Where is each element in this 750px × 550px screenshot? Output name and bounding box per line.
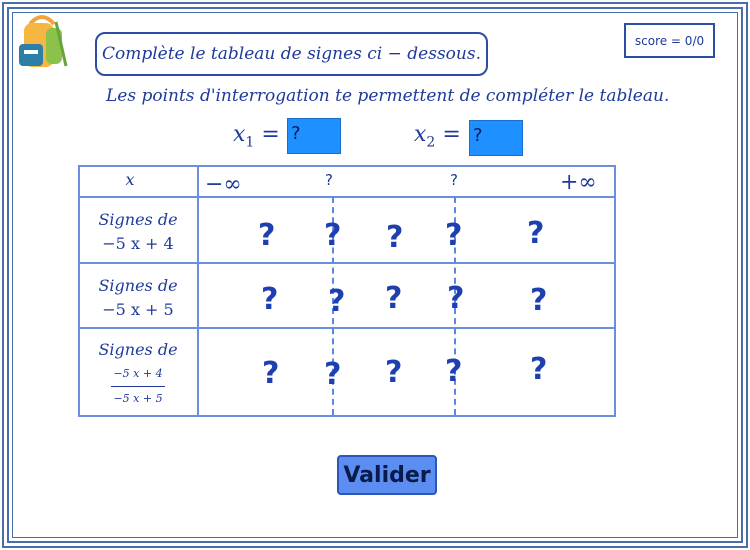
header-minus-infinity: −∞	[205, 172, 242, 197]
row3-sign-q1[interactable]: ?	[262, 356, 279, 391]
row1-label: Signes de −5 x + 4	[98, 210, 178, 253]
table-border-right	[614, 165, 616, 417]
x2-label: x2 =	[414, 122, 461, 151]
row2-label: Signes de −5 x + 5	[98, 276, 178, 319]
row1-sign-q3[interactable]: ?	[386, 220, 403, 255]
row3-sign-q5[interactable]: ?	[530, 352, 547, 387]
row1-sign-q4[interactable]: ?	[445, 218, 462, 253]
header-plus-infinity: +∞	[560, 170, 597, 195]
row3-sign-q2[interactable]: ?	[324, 357, 341, 392]
table-border-top	[78, 165, 616, 167]
header-x: x	[125, 170, 135, 189]
row3-fraction: −5 x + 4 −5 x + 5	[111, 363, 165, 410]
x2-input[interactable]: ?	[469, 120, 523, 156]
row2-sign-q5[interactable]: ?	[530, 283, 547, 318]
x1-input[interactable]: ?	[287, 118, 341, 154]
row1-sign-q2[interactable]: ?	[324, 218, 341, 253]
row1-sign-q1[interactable]: ?	[258, 218, 275, 253]
table-divider	[78, 196, 616, 198]
row2-sign-q2[interactable]: ?	[328, 284, 345, 319]
table-divider	[78, 327, 616, 329]
row2-sign-q4[interactable]: ?	[447, 281, 464, 316]
score-display: score = 0/0	[624, 23, 715, 58]
header-root1-question[interactable]: ?	[325, 171, 333, 189]
row3-sign-q3[interactable]: ?	[385, 355, 402, 390]
instruction-box: Complète le tableau de signes ci − desso…	[95, 32, 488, 76]
row3-sign-q4[interactable]: ?	[445, 354, 462, 389]
table-column-divider	[197, 165, 199, 417]
row2-sign-q1[interactable]: ?	[261, 282, 278, 317]
table-divider	[78, 262, 616, 264]
backpack-icon	[19, 15, 68, 67]
validate-button[interactable]: Valider	[337, 455, 437, 495]
table-border-bottom	[78, 415, 616, 417]
row1-sign-q5[interactable]: ?	[527, 216, 544, 251]
row2-sign-q3[interactable]: ?	[385, 281, 402, 316]
row3-label: Signes de −5 x + 4 −5 x + 5	[80, 339, 196, 410]
header-root2-question[interactable]: ?	[450, 171, 458, 189]
x1-label: x1 =	[233, 122, 280, 151]
hint-text: Les points d'interrogation te permettent…	[106, 86, 670, 106]
